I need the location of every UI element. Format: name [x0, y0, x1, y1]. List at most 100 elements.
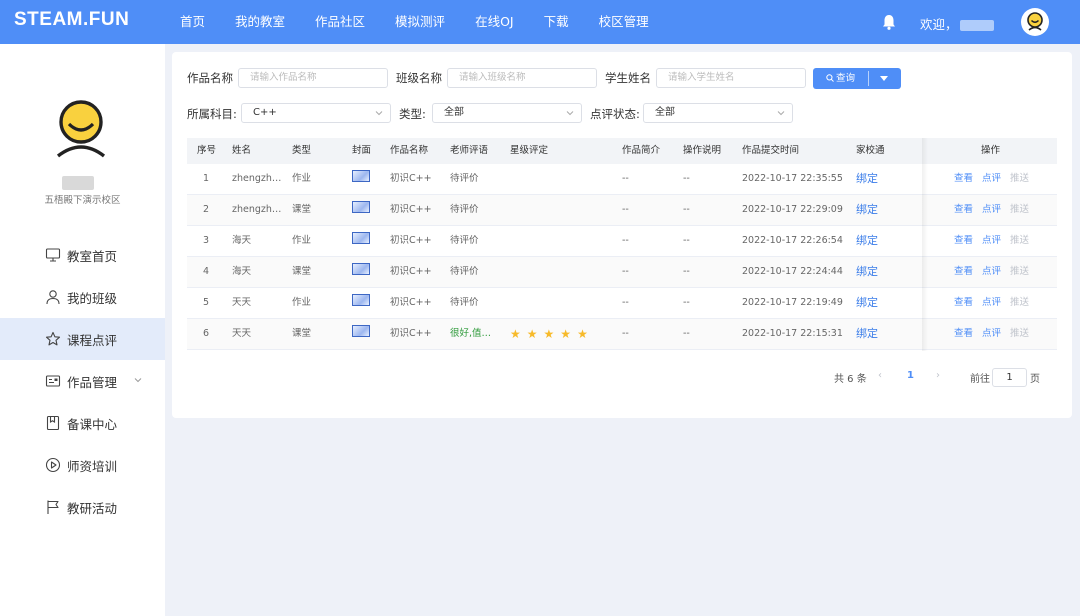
school-name: 五梧殿下演示校区 [44, 195, 121, 206]
subject-select[interactable]: C++ [241, 103, 391, 123]
star-icon: ★ [577, 327, 588, 341]
view-link[interactable]: 查看 [954, 204, 973, 215]
review-link[interactable]: 点评 [982, 235, 1001, 246]
welcome-text: 欢迎， [920, 14, 994, 33]
sidebar-item-course-review[interactable]: 课程点评 [0, 318, 165, 360]
cover-thumbnail[interactable] [352, 324, 370, 337]
cell-type: 作业 [292, 173, 312, 184]
cell-cover [352, 164, 370, 194]
work-name-input[interactable]: 请输入作品名称 [238, 68, 388, 88]
sidebar-item-label: 作品管理 [67, 374, 118, 390]
sidebar-item-label: 教研活动 [67, 500, 118, 516]
student-name-input[interactable]: 请输入学生姓名 [656, 68, 806, 88]
col-header: 作品名称 [390, 145, 429, 156]
sidebar-item-classroom-home[interactable]: 教室首页 [0, 234, 165, 276]
nav-item-mock-test[interactable]: 模拟测评 [395, 0, 445, 44]
star-icon: ★ [560, 327, 572, 341]
nav-item-my-classroom[interactable]: 我的教室 [235, 0, 285, 44]
cell-comment: 待评价 [450, 266, 479, 277]
chevron-down-icon [777, 111, 785, 116]
review-status-select[interactable]: 全部 [643, 103, 793, 123]
cover-thumbnail[interactable] [352, 169, 370, 182]
cell-work-name: 初识C++ [390, 235, 432, 246]
play-circle-icon [45, 457, 61, 473]
bind-link[interactable]: 绑定 [856, 226, 878, 256]
review-link[interactable]: 点评 [982, 173, 1001, 184]
query-button[interactable]: 查询 [813, 68, 868, 89]
chevron-down-icon [375, 111, 383, 116]
cover-thumbnail[interactable] [352, 293, 370, 306]
cell-submit-time: 2022-10-17 22:19:49 [742, 297, 843, 308]
cell-name: zhengzh… [232, 173, 282, 184]
page-number-current[interactable]: 1 [907, 370, 914, 381]
view-link[interactable]: 查看 [954, 328, 973, 339]
nav-item-community[interactable]: 作品社区 [315, 0, 365, 44]
bind-link[interactable]: 绑定 [856, 288, 878, 318]
cover-thumbnail[interactable] [352, 231, 370, 244]
class-name-input[interactable]: 请输入班级名称 [447, 68, 597, 88]
col-header: 家校通 [856, 145, 885, 156]
col-header: 类型 [292, 145, 312, 156]
goto-page-input[interactable]: 1 [992, 368, 1027, 387]
review-link[interactable]: 点评 [982, 297, 1001, 308]
review-link[interactable]: 点评 [982, 266, 1001, 277]
next-page-icon[interactable]: › [936, 370, 940, 381]
bind-link[interactable]: 绑定 [856, 164, 878, 194]
nav-item-online-oj[interactable]: 在线OJ [475, 0, 514, 44]
cell-instructions: -- [683, 297, 690, 308]
nav-item-campus-admin[interactable]: 校区管理 [599, 0, 649, 44]
star-icon: ★ [510, 327, 521, 341]
user-avatar-icon[interactable] [1021, 8, 1049, 36]
nav-item-home[interactable]: 首页 [180, 0, 205, 44]
bind-link[interactable]: 绑定 [856, 319, 878, 349]
sidebar-item-my-class[interactable]: 我的班级 [0, 276, 165, 318]
subject-select-value: C++ [253, 107, 277, 118]
review-link[interactable]: 点评 [982, 328, 1001, 339]
cell-submit-time: 2022-10-17 22:15:31 [742, 328, 843, 339]
sidebar-item-work-management[interactable]: 作品管理 [0, 360, 165, 402]
view-link[interactable]: 查看 [954, 266, 973, 277]
cell-intro: -- [622, 235, 629, 246]
sidebar-item-label: 课程点评 [67, 332, 118, 348]
cell-work-name: 初识C++ [390, 328, 432, 339]
star-icon: ★ [526, 327, 538, 341]
cell-cover [352, 257, 370, 287]
works-table: 序号 姓名 类型 封面 作品名称 老师评语 星级评定 作品简介 操作说明 作品提… [187, 138, 1057, 351]
sidebar-item-research[interactable]: 教研活动 [0, 486, 165, 528]
prev-page-icon[interactable]: ‹ [878, 370, 882, 381]
type-select[interactable]: 全部 [432, 103, 582, 123]
bind-link[interactable]: 绑定 [856, 257, 878, 287]
sidebar-item-teacher-training[interactable]: 师资培训 [0, 444, 165, 486]
col-header: 作品简介 [622, 145, 661, 156]
cell-intro: -- [622, 266, 629, 277]
page-unit-label: 页 [1030, 374, 1040, 385]
view-link[interactable]: 查看 [954, 173, 973, 184]
cell-submit-time: 2022-10-17 22:35:55 [742, 173, 843, 184]
query-dropdown-button[interactable] [868, 68, 901, 89]
cover-thumbnail[interactable] [352, 200, 370, 213]
bind-link[interactable]: 绑定 [856, 195, 878, 225]
view-link[interactable]: 查看 [954, 235, 973, 246]
cell-work-name: 初识C++ [390, 297, 432, 308]
sidebar-item-label: 教室首页 [67, 248, 118, 264]
user-icon [46, 290, 60, 305]
cell-no: 2 [203, 204, 210, 215]
book-icon [46, 415, 60, 431]
cell-name: 天天 [232, 297, 252, 308]
col-header: 作品提交时间 [742, 145, 800, 156]
push-link: 推送 [1010, 297, 1030, 308]
nav-item-download[interactable]: 下载 [544, 0, 569, 44]
bell-icon[interactable] [880, 13, 898, 31]
app-logo[interactable]: STEAM.FUN [14, 9, 129, 31]
review-link[interactable]: 点评 [982, 204, 1001, 215]
cell-actions: 查看 点评 推送 [954, 226, 1029, 256]
push-link: 推送 [1010, 173, 1030, 184]
caret-down-icon [880, 76, 888, 81]
sidebar-item-lesson-prep[interactable]: 备课中心 [0, 402, 165, 444]
view-link[interactable]: 查看 [954, 297, 973, 308]
cell-no: 6 [203, 328, 210, 339]
cover-thumbnail[interactable] [352, 262, 370, 275]
cell-intro: -- [622, 297, 629, 308]
main-nav: 首页 我的教室 作品社区 模拟测评 在线OJ 下载 校区管理 [180, 0, 679, 44]
cell-cover [352, 319, 370, 349]
